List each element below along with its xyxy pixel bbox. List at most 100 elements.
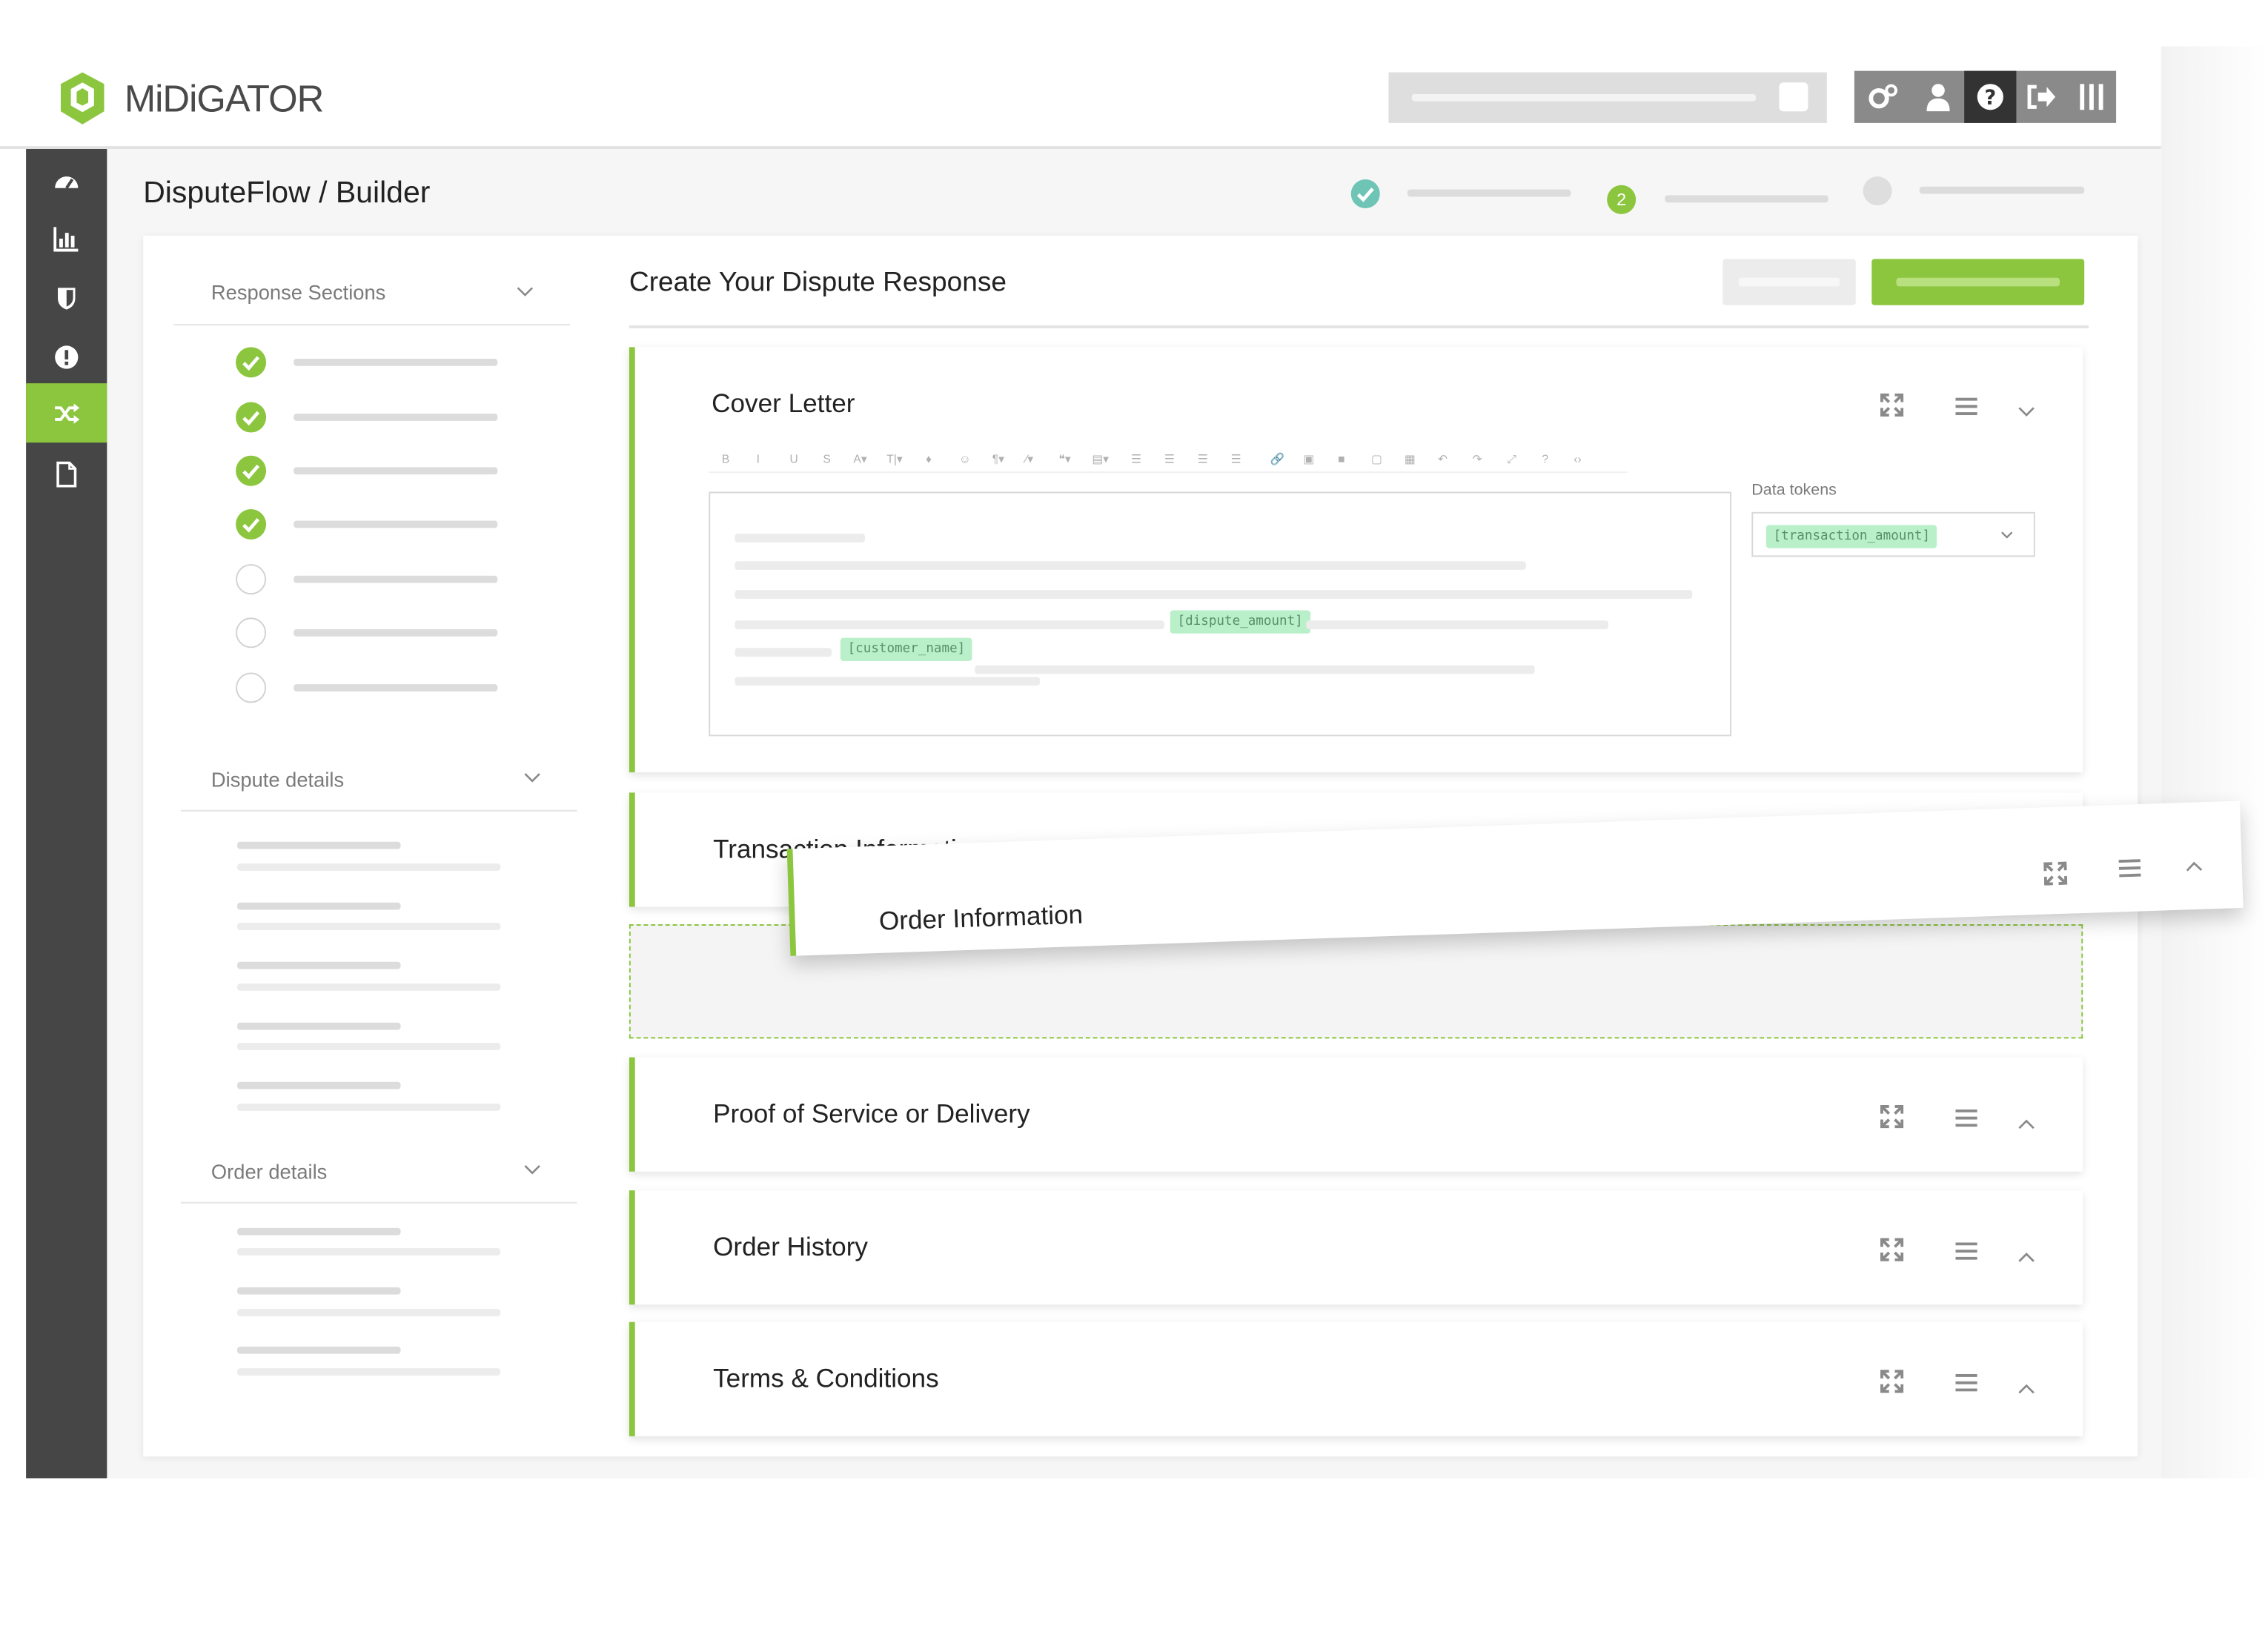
section-check-empty[interactable] [236,564,267,595]
toolbar-button[interactable]: ↶ [1438,453,1448,466]
brand-name: MiDiGATOR [124,76,324,120]
toolbar-button[interactable]: 🔗 [1270,453,1284,466]
section-check-complete[interactable] [236,347,267,378]
brand-logo[interactable]: MiDiGATOR [58,70,324,127]
detail-value-bar [237,984,501,991]
toolbar-button[interactable]: ⤢ [1507,453,1516,468]
chevron-up-icon[interactable] [2017,1111,2043,1137]
toolbar-button[interactable]: ☰ [1198,453,1208,466]
detail-value-bar [237,923,501,930]
toolbar-button[interactable]: ↷ [1473,453,1482,466]
response-sections-header[interactable]: Response Sections [173,266,570,326]
editor-text-line [735,590,1693,599]
toolbar-button[interactable]: T|▾ [886,453,902,466]
toolbar-button[interactable]: ▦ [1405,453,1416,466]
stepper-step-number: 2 [1617,189,1627,210]
logout-icon[interactable] [2016,71,2065,123]
section-check-complete[interactable] [236,402,267,433]
chevron-down-icon [517,287,534,296]
stepper-step-2-active[interactable]: 2 [1607,185,1637,214]
stepper-label-bar [1919,186,2085,194]
toolbar-button[interactable]: ♦ [926,453,932,466]
button-label-bar [1738,277,1840,287]
menu-icon[interactable] [1955,397,1981,422]
chevron-up-icon[interactable] [2017,1376,2043,1402]
check-icon [1356,188,1374,202]
toolbar-button[interactable]: ▤▾ [1092,453,1109,466]
cover-letter-editor[interactable]: [dispute_amount] [customer_name] [709,491,1731,737]
chevron-up-icon[interactable] [2185,860,2203,872]
section-check-complete[interactable] [236,455,267,486]
search-button[interactable] [1779,82,1808,112]
user-icon[interactable] [1912,71,1964,123]
toolbar-button[interactable]: ? [1542,453,1548,466]
order-details-header[interactable]: Order details [180,1146,577,1204]
button-label-bar [1896,277,2060,287]
stepper-step-1-done[interactable] [1350,179,1380,209]
toolbar-button[interactable]: ❝▾ [1059,453,1071,466]
editor-text-line [1306,620,1609,629]
dispute-details-header[interactable]: Dispute details [180,754,577,812]
toolbar-button[interactable]: ⁄▾ [1026,453,1033,466]
shuffle-icon[interactable] [53,401,80,427]
section-label-bar [294,467,498,475]
top-header [0,0,2161,150]
toolbar-button[interactable]: ☰ [1231,453,1241,466]
data-tokens-select[interactable]: [transaction_amount] [1751,511,2035,557]
search-input[interactable] [1388,72,1827,123]
help-icon[interactable]: ? [1964,70,2017,123]
editor-text-line [735,648,832,657]
toolbar-button[interactable]: ☰ [1131,453,1141,466]
section-title: Cover Letter [712,388,855,418]
section-check-empty[interactable] [236,617,267,649]
toolbar-button[interactable]: B [722,453,729,466]
expand-icon[interactable] [2043,861,2068,886]
menu-icon[interactable] [1955,1108,1981,1134]
editor-text-line [735,534,866,543]
columns-icon[interactable] [2066,71,2116,123]
expand-icon[interactable] [1880,1238,1906,1264]
section-check-empty[interactable] [236,672,267,703]
expand-icon[interactable] [1880,393,1906,419]
toolbar-button[interactable]: I [757,453,760,466]
toolbar-button[interactable]: ▣ [1303,453,1314,466]
toolbar-button[interactable]: ■ [1338,453,1344,466]
dispute-details-title: Dispute details [210,768,345,792]
token-customer-name[interactable]: [customer_name] [840,637,972,661]
menu-icon[interactable] [1955,1241,1981,1267]
toolbar-button[interactable]: A▾ [853,453,866,466]
toolbar-button[interactable]: S [823,453,830,466]
detail-label-bar [237,961,401,969]
expand-icon[interactable] [1880,1370,1906,1396]
toolbar-button[interactable]: ▢ [1371,453,1382,466]
expand-icon[interactable] [1880,1104,1906,1131]
section-label-bar [294,358,498,366]
stepper-step-3-todo[interactable] [1863,176,1892,206]
toolbar-button[interactable]: ‹› [1574,453,1581,466]
chevron-up-icon[interactable] [2017,1244,2043,1270]
dashboard-icon[interactable] [53,168,79,193]
detail-value-bar [237,1248,501,1256]
chevron-down-icon[interactable] [2017,399,2043,425]
detail-label-bar [237,1227,401,1236]
toolbar-button[interactable]: ☺ [959,453,971,466]
data-token-selected: [transaction_amount] [1765,525,1937,548]
toolbar-button[interactable]: ¶▾ [992,453,1004,466]
detail-value-bar [237,1043,501,1050]
alert-icon[interactable] [53,344,79,370]
primary-action-button[interactable] [1871,259,2085,305]
menu-icon[interactable] [1955,1373,1981,1399]
chart-icon[interactable] [53,225,79,252]
shield-icon[interactable] [53,285,79,311]
secondary-action-button[interactable] [1722,259,1856,305]
token-dispute-amount[interactable]: [dispute_amount] [1170,610,1310,634]
menu-icon[interactable] [2118,859,2141,878]
response-sections-title: Response Sections [210,280,386,304]
settings-gears-icon[interactable] [1854,71,1912,123]
toolbar-button[interactable]: U [790,453,798,466]
document-icon[interactable] [53,461,79,488]
editor-text-line [975,665,1535,674]
detail-label-bar [237,1287,401,1295]
toolbar-button[interactable]: ☰ [1164,453,1175,466]
section-check-complete[interactable] [236,508,267,540]
